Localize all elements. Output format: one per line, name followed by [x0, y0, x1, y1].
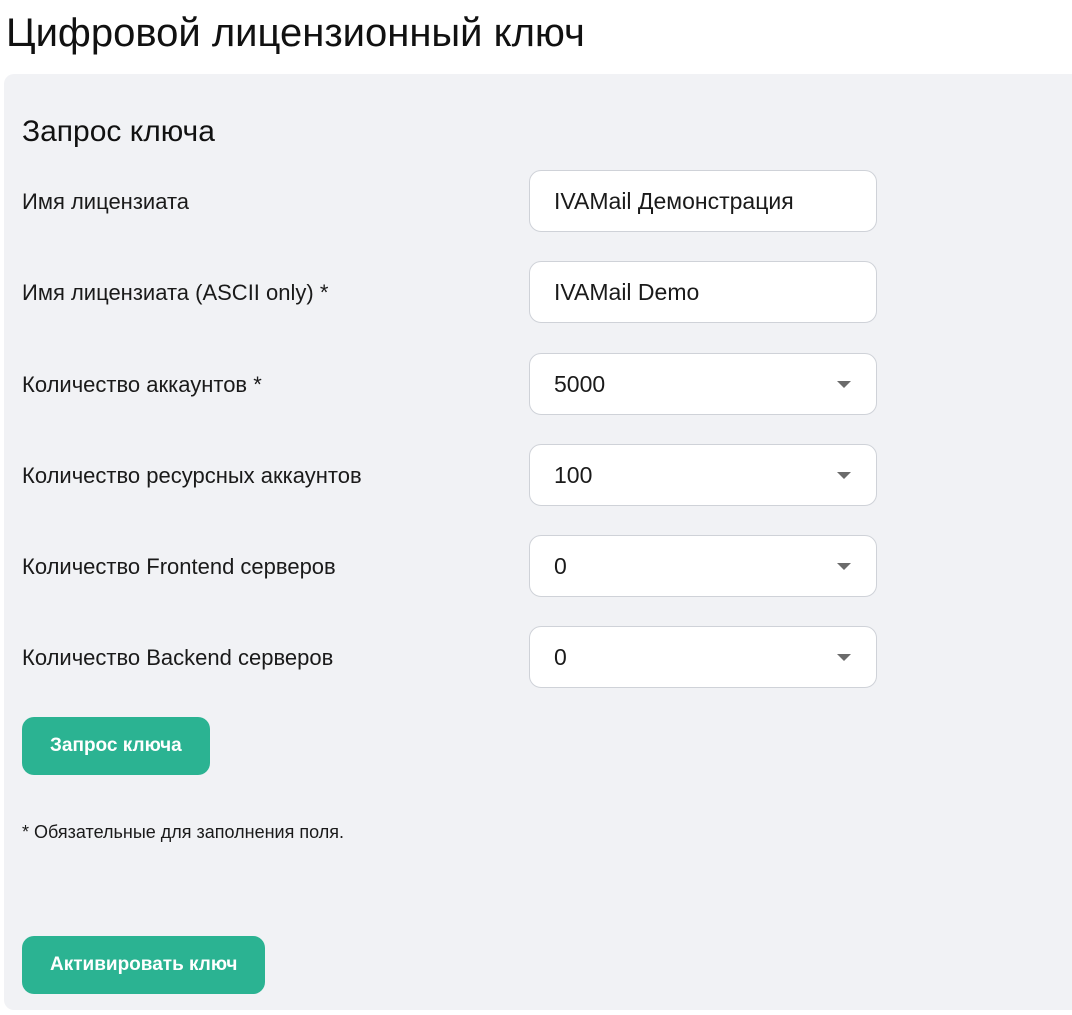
license-request-panel: Запрос ключа Имя лицензиата Имя лицензиа…	[4, 74, 1072, 1010]
form-row-accounts-count: Количество аккаунтов * 5000	[22, 353, 882, 417]
licensee-name-ascii-input[interactable]	[529, 261, 877, 323]
page-title: Цифровой лицензионный ключ	[6, 11, 585, 55]
backend-servers-count-select[interactable]: 0	[529, 626, 877, 688]
backend-servers-count-value: 0	[554, 643, 567, 670]
frontend-servers-count-label: Количество Frontend серверов	[22, 554, 336, 579]
resource-accounts-count-select[interactable]: 100	[529, 444, 877, 506]
resource-accounts-count-value: 100	[554, 461, 593, 488]
required-fields-note: * Обязательные для заполнения поля.	[22, 822, 344, 842]
request-key-button[interactable]: Запрос ключа	[22, 717, 210, 775]
frontend-servers-count-select[interactable]: 0	[529, 535, 877, 597]
form-row-licensee-name-ascii: Имя лицензиата (ASCII only) *	[22, 261, 882, 325]
licensee-name-label: Имя лицензиата	[22, 189, 190, 214]
form-row-backend-servers-count: Количество Backend серверов 0	[22, 626, 882, 690]
chevron-down-icon	[837, 472, 851, 479]
chevron-down-icon	[837, 563, 851, 570]
form-row-licensee-name: Имя лицензиата	[22, 170, 882, 234]
licensee-name-ascii-label: Имя лицензиата (ASCII only) *	[22, 280, 329, 305]
chevron-down-icon	[837, 654, 851, 661]
resource-accounts-count-label: Количество ресурсных аккаунтов	[22, 463, 362, 488]
accounts-count-select[interactable]: 5000	[529, 353, 877, 415]
licensee-name-input[interactable]	[529, 170, 877, 232]
activate-key-button[interactable]: Активировать ключ	[22, 936, 266, 994]
section-title: Запрос ключа	[22, 115, 215, 148]
form-row-frontend-servers-count: Количество Frontend серверов 0	[22, 535, 882, 599]
accounts-count-label: Количество аккаунтов *	[22, 372, 262, 397]
backend-servers-count-label: Количество Backend серверов	[22, 645, 334, 670]
form-row-resource-accounts-count: Количество ресурсных аккаунтов 100	[22, 444, 882, 508]
accounts-count-value: 5000	[554, 370, 606, 397]
frontend-servers-count-value: 0	[554, 552, 567, 579]
chevron-down-icon	[837, 381, 851, 388]
